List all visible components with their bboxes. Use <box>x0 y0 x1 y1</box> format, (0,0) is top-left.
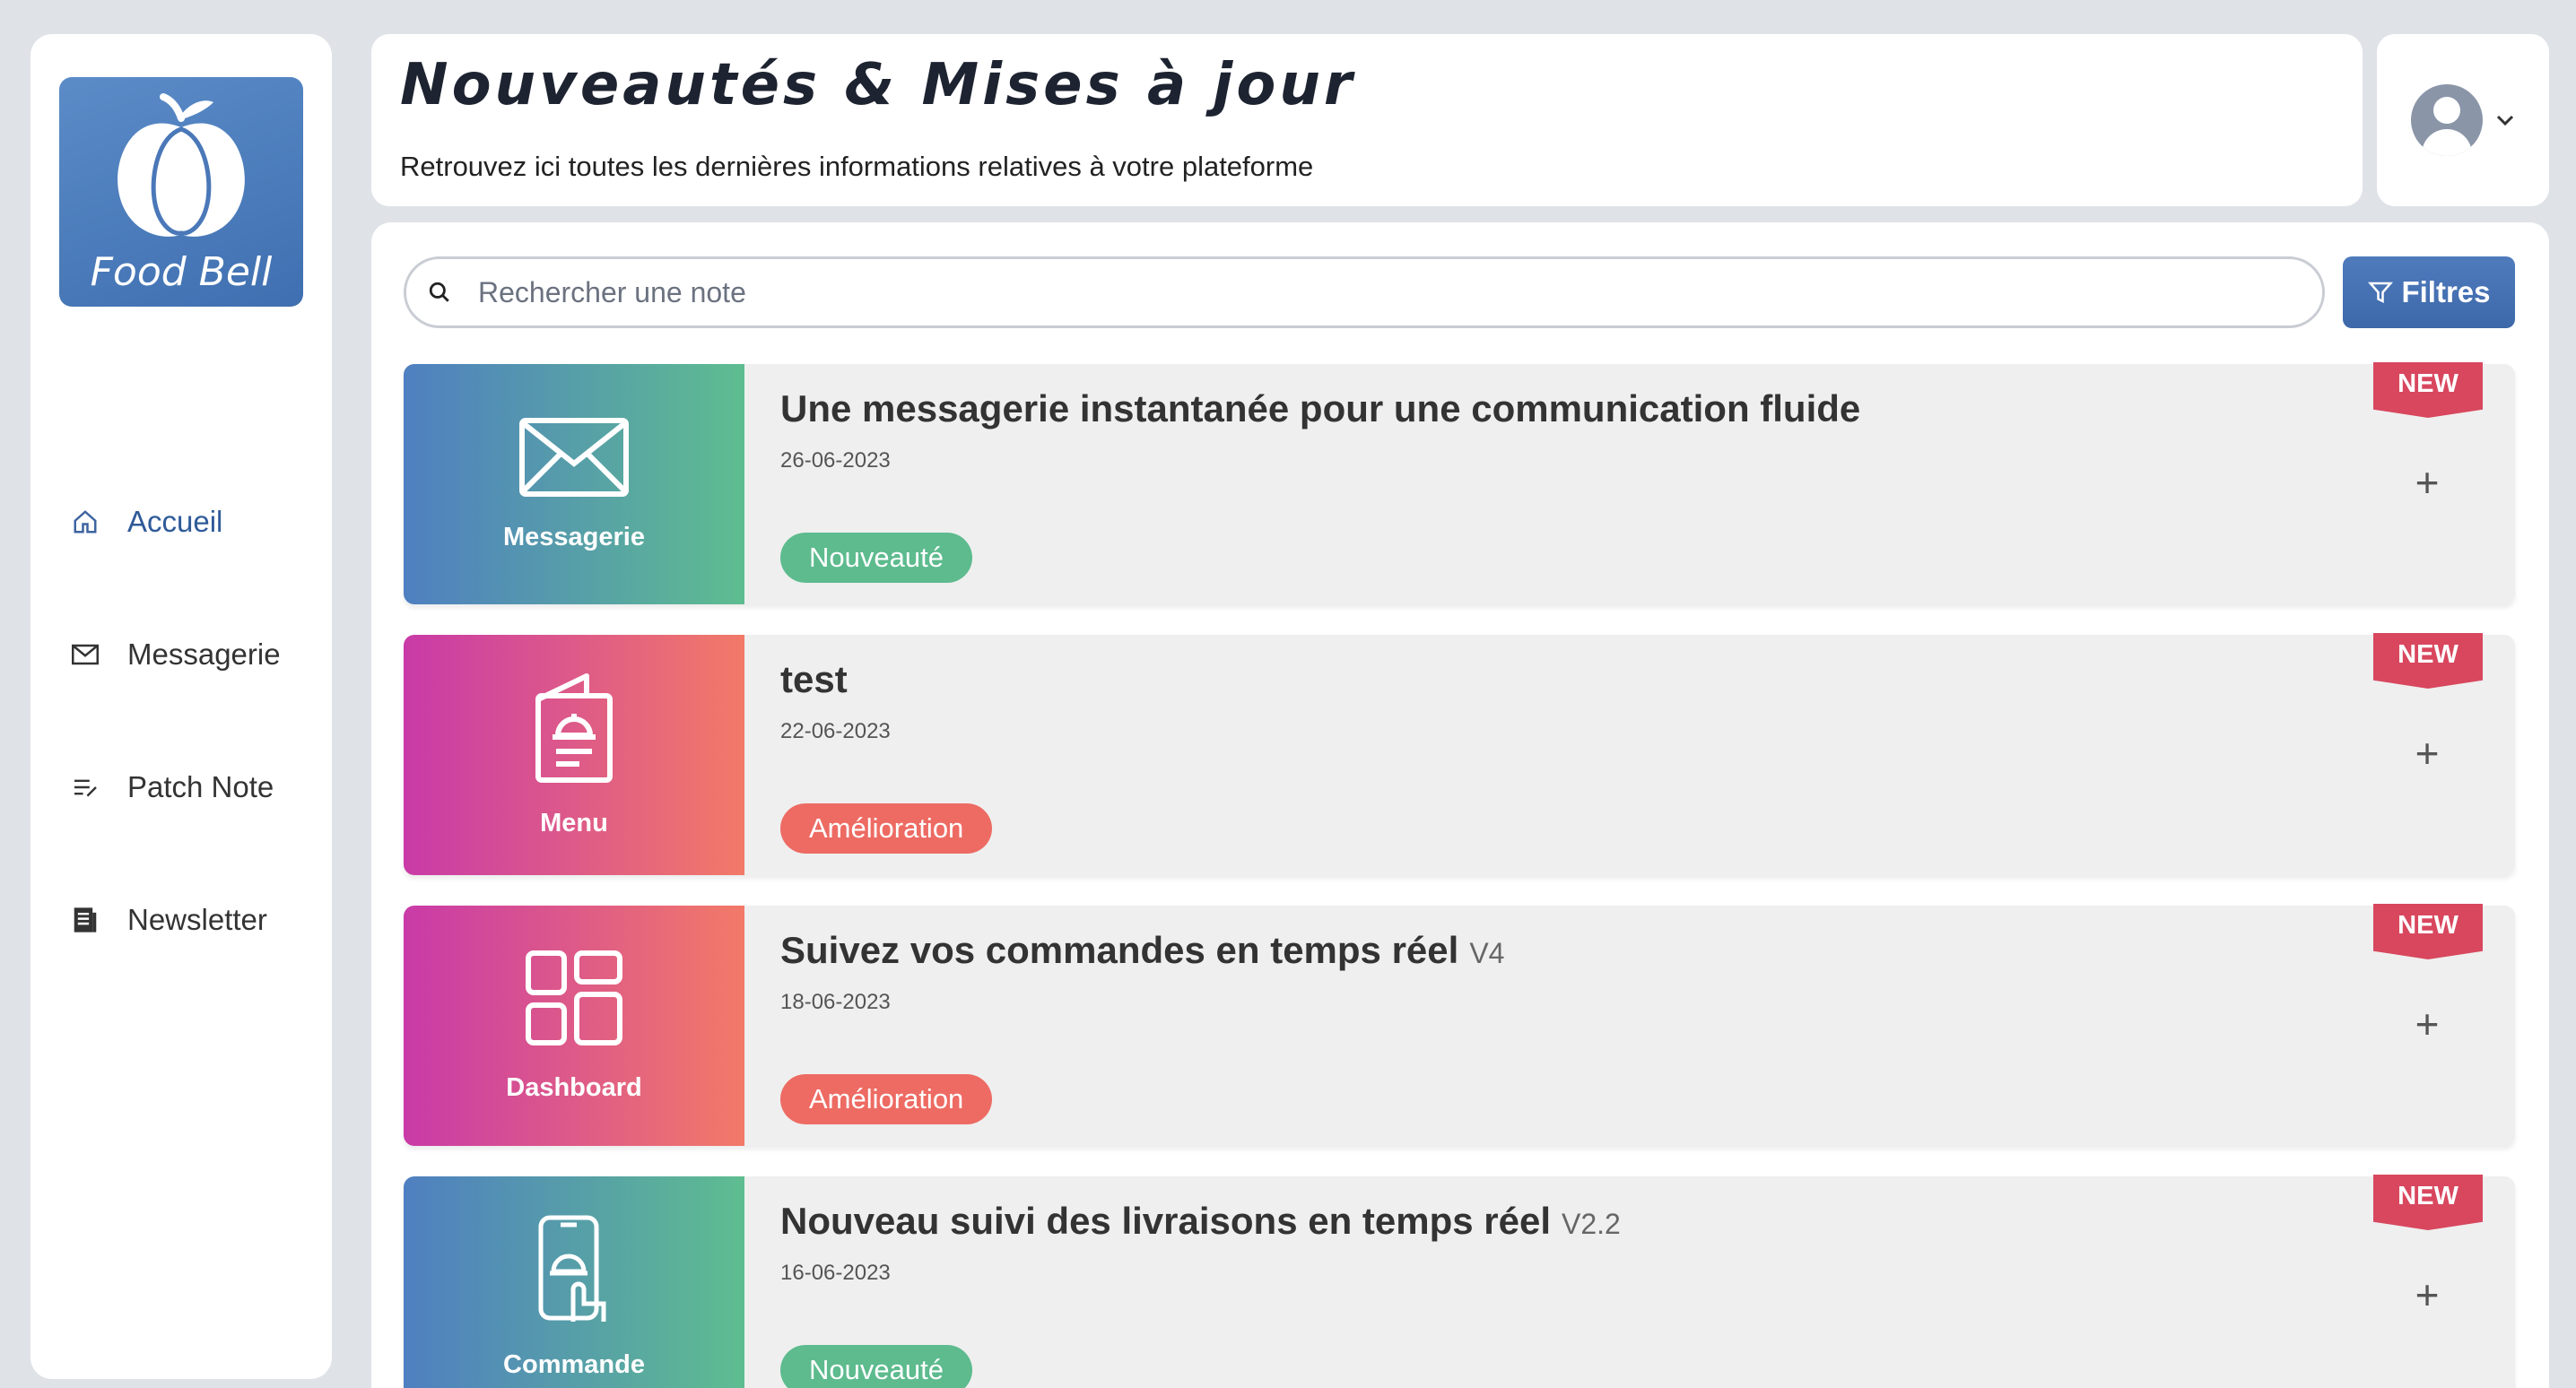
menu-cloche-icon <box>535 672 613 783</box>
card-category-label: Menu <box>540 808 608 837</box>
page-title: Nouveautés & Mises à jour <box>400 52 1356 118</box>
card-date: 16-06-2023 <box>780 1261 891 1285</box>
expand-plus-icon[interactable]: + <box>2402 457 2452 507</box>
filters-label: Filtres <box>2401 275 2491 308</box>
main-panel: Rechercher une note Filtres Messagerie U… <box>371 222 2549 1388</box>
card-category-label: Commande <box>503 1349 645 1379</box>
card-category-label: Messagerie <box>503 522 645 551</box>
newspaper-icon <box>70 905 100 935</box>
tag-badge: Nouveauté <box>780 533 972 583</box>
card-title: test <box>780 658 848 701</box>
profile-menu[interactable] <box>2377 34 2549 206</box>
tag-badge: Amélioration <box>780 1074 993 1124</box>
card-category: Menu <box>404 635 744 875</box>
card-category-label: Dashboard <box>506 1072 642 1102</box>
card-category: Commande <box>404 1176 744 1388</box>
search-icon <box>429 282 449 302</box>
card-title-text: Suivez vos commandes en temps réel <box>780 929 1459 971</box>
filters-button[interactable]: Filtres <box>2343 256 2515 328</box>
sidebar-item-label: Patch Note <box>127 770 274 803</box>
sidebar-item-label: Newsletter <box>127 903 267 936</box>
version-label: V2.2 <box>1562 1208 1621 1240</box>
sidebar: Food Bell Accueil Messagerie Patch Note … <box>30 34 332 1379</box>
tag-badge: Amélioration <box>780 803 993 854</box>
page-subtitle: Retrouvez ici toutes les dernières infor… <box>400 151 1314 182</box>
card-title-text: Nouveau suivi des livraisons en temps ré… <box>780 1200 1552 1242</box>
expand-plus-icon[interactable]: + <box>2402 1270 2452 1320</box>
expand-plus-icon[interactable]: + <box>2402 999 2452 1049</box>
avatar <box>2411 84 2483 156</box>
sidebar-item-accueil[interactable]: Accueil <box>30 455 332 588</box>
new-ribbon: NEW <box>2373 1175 2483 1230</box>
envelope-icon <box>70 639 100 670</box>
brand-name: Food Bell <box>90 249 273 295</box>
brand-logo[interactable]: Food Bell <box>59 77 303 307</box>
expand-plus-icon[interactable]: + <box>2402 728 2452 778</box>
patch-note-card[interactable]: Dashboard Suivez vos commandes en temps … <box>404 904 2515 1146</box>
sidebar-nav: Accueil Messagerie Patch Note Newsletter <box>30 455 332 986</box>
dashboard-grid-icon <box>526 950 622 1045</box>
home-icon <box>70 507 100 537</box>
card-title: Une messagerie instantanée pour une comm… <box>780 387 1860 430</box>
sidebar-item-messagerie[interactable]: Messagerie <box>30 588 332 721</box>
card-title-text: Une messagerie instantanée pour une comm… <box>780 387 1861 429</box>
card-title: Nouveau suivi des livraisons en temps ré… <box>780 1200 1621 1243</box>
page-header: Nouveautés & Mises à jour Retrouvez ici … <box>371 34 2363 206</box>
pumpkin-icon <box>117 93 245 237</box>
card-category: Dashboard <box>404 906 744 1146</box>
card-date: 22-06-2023 <box>780 719 891 743</box>
version-label: V4 <box>1469 937 1505 969</box>
new-ribbon: NEW <box>2373 362 2483 418</box>
card-date: 18-06-2023 <box>780 990 891 1014</box>
new-ribbon: NEW <box>2373 904 2483 959</box>
envelope-icon <box>519 417 629 497</box>
sidebar-item-label: Messagerie <box>127 638 281 671</box>
new-ribbon: NEW <box>2373 633 2483 689</box>
notes-icon <box>70 772 100 802</box>
search-placeholder: Rechercher une note <box>478 275 746 308</box>
tag-badge: Nouveauté <box>780 1345 972 1388</box>
card-title-text: test <box>780 658 848 700</box>
card-date: 26-06-2023 <box>780 448 891 473</box>
patch-note-card[interactable]: Commande Nouveau suivi des livraisons en… <box>404 1175 2515 1388</box>
patch-note-card[interactable]: Messagerie Une messagerie instantanée po… <box>404 362 2515 604</box>
card-category: Messagerie <box>404 364 744 604</box>
sidebar-item-newsletter[interactable]: Newsletter <box>30 854 332 986</box>
filter-icon <box>2368 282 2394 304</box>
phone-order-icon <box>538 1215 606 1322</box>
sidebar-item-patch-note[interactable]: Patch Note <box>30 721 332 854</box>
search-input[interactable]: Rechercher une note <box>404 256 2325 328</box>
card-title: Suivez vos commandes en temps réel V4 <box>780 929 1504 972</box>
sidebar-item-label: Accueil <box>127 505 223 538</box>
patch-note-card[interactable]: Menu test 22-06-2023 Amélioration NEW + <box>404 633 2515 875</box>
chevron-down-icon <box>2496 115 2514 126</box>
